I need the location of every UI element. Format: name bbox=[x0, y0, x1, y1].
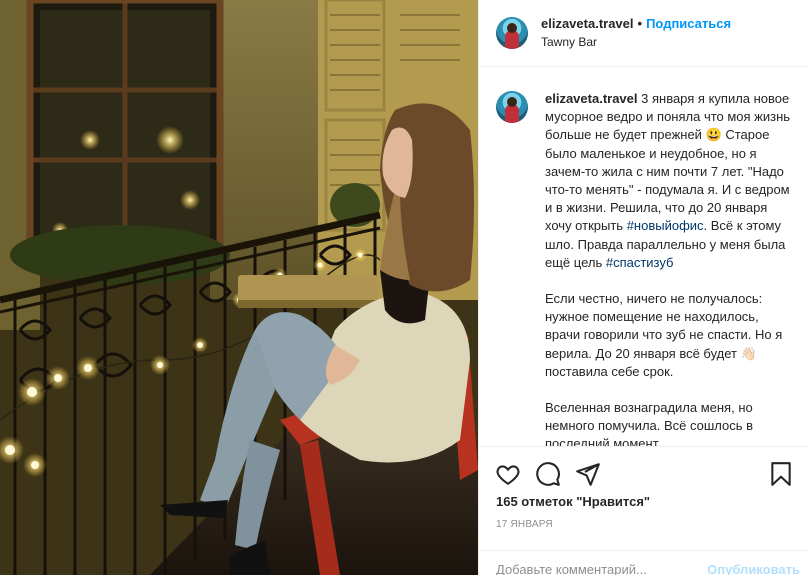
comment-icon[interactable] bbox=[535, 461, 561, 487]
photo-illustration bbox=[0, 0, 478, 575]
share-icon[interactable] bbox=[575, 461, 601, 487]
bookmark-icon[interactable] bbox=[768, 461, 794, 487]
caption-username[interactable]: elizaveta.travel bbox=[545, 91, 638, 106]
post-sidebar: elizaveta.travel • Подписаться Tawny Bar e… bbox=[478, 0, 809, 575]
hashtag-link[interactable]: #новыйофис bbox=[627, 218, 704, 233]
caption-paragraph-2: Если честно, ничего не получалось: нужно… bbox=[545, 291, 783, 379]
avatar[interactable] bbox=[496, 17, 528, 49]
hashtag-link[interactable]: #спастизуб bbox=[606, 255, 674, 270]
post-date[interactable]: 17 ЯНВАРЯ bbox=[496, 519, 553, 530]
follow-button[interactable]: Подписаться bbox=[646, 16, 731, 31]
comment-input[interactable] bbox=[496, 562, 706, 575]
heart-icon[interactable] bbox=[495, 461, 521, 487]
post-photo[interactable] bbox=[0, 0, 478, 575]
caption-paragraph-3: Вселенная вознаградила меня, но немного … bbox=[545, 400, 754, 446]
post-actions: 165 отметок "Нравится" 17 ЯНВАРЯ Опублик… bbox=[479, 446, 809, 575]
caption-text: elizaveta.travel 3 января я купила новое… bbox=[545, 90, 794, 446]
publish-button[interactable]: Опубликовать bbox=[707, 562, 800, 575]
likes-count[interactable]: 165 отметок "Нравится" bbox=[496, 494, 650, 509]
post-header: elizaveta.travel • Подписаться Tawny Bar bbox=[479, 0, 809, 67]
caption-area[interactable]: elizaveta.travel 3 января я купила новое… bbox=[479, 68, 809, 446]
location-link[interactable]: Tawny Bar bbox=[541, 34, 731, 51]
caption-avatar[interactable] bbox=[496, 91, 528, 123]
separator-dot: • bbox=[637, 16, 643, 31]
caption-paragraph-1-part-1: 3 января я купила новое мусорное ведро и… bbox=[545, 91, 791, 234]
comment-form: Опубликовать bbox=[479, 550, 809, 575]
username-link[interactable]: elizaveta.travel bbox=[541, 16, 634, 31]
